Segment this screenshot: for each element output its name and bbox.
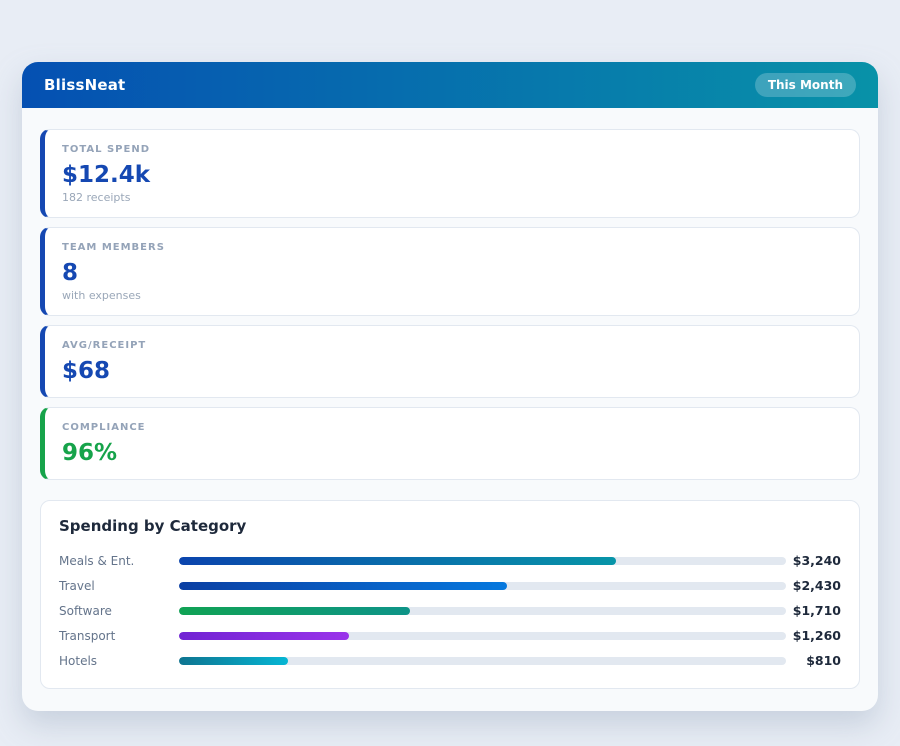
chart-row: Software $1,710 (59, 598, 841, 623)
category-label: Hotels (59, 654, 179, 668)
stat-label: AVG/RECEIPT (62, 339, 841, 353)
stat-label: TOTAL SPEND (62, 143, 841, 157)
bar-fill (179, 632, 349, 640)
period-badge[interactable]: This Month (755, 73, 856, 97)
category-label: Meals & Ent. (59, 554, 179, 568)
stat-value: 96% (62, 439, 841, 467)
category-value: $1,260 (786, 628, 841, 643)
stat-value: $12.4k (62, 161, 841, 189)
bar-fill (179, 582, 507, 590)
bar-track (179, 632, 786, 640)
stat-card: TEAM MEMBERS 8 with expenses (40, 227, 860, 316)
bar-track (179, 582, 786, 590)
category-label: Transport (59, 629, 179, 643)
bar-fill (179, 657, 288, 665)
bar-track (179, 607, 786, 615)
stat-card: AVG/RECEIPT $68 (40, 325, 860, 398)
spending-chart-card: Spending by Category Meals & Ent. $3,240… (40, 500, 860, 689)
bar-fill (179, 557, 616, 565)
chart-row: Transport $1,260 (59, 623, 841, 648)
dashboard-panel: BlissNeat This Month TOTAL SPEND $12.4k … (22, 62, 878, 711)
chart-row: Travel $2,430 (59, 573, 841, 598)
chart-row: Hotels $810 (59, 648, 841, 673)
stat-card: COMPLIANCE 96% (40, 407, 860, 480)
category-label: Travel (59, 579, 179, 593)
stat-value: $68 (62, 357, 841, 385)
app-title: BlissNeat (44, 76, 125, 94)
stat-subtext: 182 receipts (62, 191, 841, 205)
chart-title: Spending by Category (59, 517, 841, 535)
bar-fill (179, 607, 410, 615)
stat-label: COMPLIANCE (62, 421, 841, 435)
stat-subtext: with expenses (62, 289, 841, 303)
chart-row: Meals & Ent. $3,240 (59, 548, 841, 573)
bar-track (179, 657, 786, 665)
chart-rows: Meals & Ent. $3,240 Travel $2,430 Softwa… (59, 548, 841, 673)
app-header: BlissNeat This Month (22, 62, 878, 108)
category-value: $3,240 (786, 553, 841, 568)
category-value: $2,430 (786, 578, 841, 593)
stat-value: 8 (62, 259, 841, 287)
stat-card: TOTAL SPEND $12.4k 182 receipts (40, 129, 860, 218)
bar-track (179, 557, 786, 565)
stat-label: TEAM MEMBERS (62, 241, 841, 255)
category-value: $1,710 (786, 603, 841, 618)
stat-card-list: TOTAL SPEND $12.4k 182 receipts TEAM MEM… (40, 129, 860, 480)
category-value: $810 (786, 653, 841, 668)
dashboard-content: TOTAL SPEND $12.4k 182 receipts TEAM MEM… (22, 108, 878, 711)
category-label: Software (59, 604, 179, 618)
